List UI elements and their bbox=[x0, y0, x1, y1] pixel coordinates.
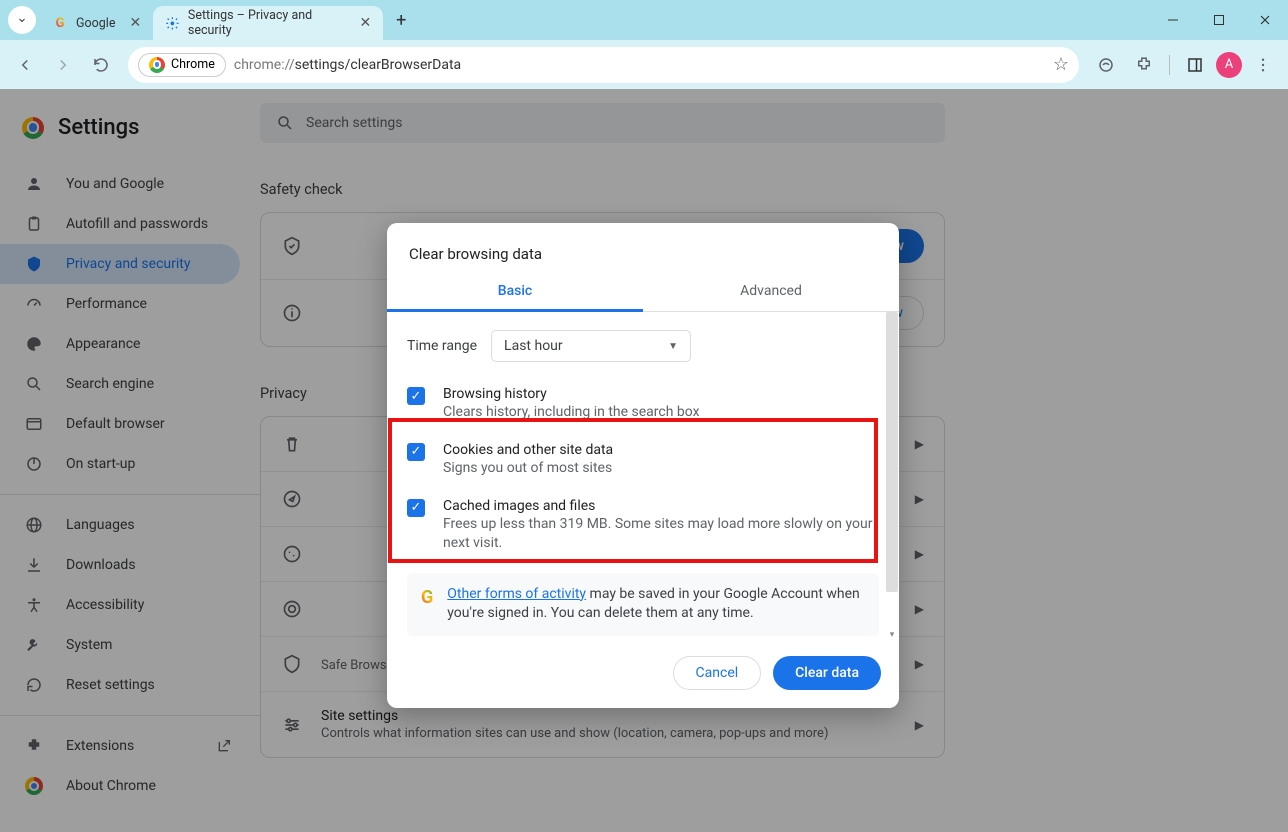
window-maximize-button[interactable] bbox=[1196, 0, 1242, 40]
url-text: chrome://settings/clearBrowserData bbox=[234, 57, 461, 73]
tab-title: Google bbox=[76, 16, 115, 31]
dialog-scrollbar[interactable]: ▾ bbox=[885, 312, 899, 642]
checkbox-row-2: ✓ Cached images and filesFrees up less th… bbox=[407, 492, 879, 567]
address-bar[interactable]: Chrome chrome://settings/clearBrowserDat… bbox=[128, 47, 1079, 83]
checkbox-row-0: ✓ Browsing historyClears history, includi… bbox=[407, 380, 879, 436]
profile-avatar[interactable]: A bbox=[1216, 52, 1242, 78]
other-forms-link[interactable]: Other forms of activity bbox=[447, 586, 586, 602]
clear-browsing-data-dialog: Clear browsing data Basic Advanced ▾ Tim… bbox=[387, 223, 899, 708]
window-minimize-button[interactable] bbox=[1150, 0, 1196, 40]
settings-favicon-icon bbox=[165, 15, 180, 31]
checkbox[interactable]: ✓ bbox=[407, 443, 425, 461]
kebab-menu-icon[interactable] bbox=[1246, 48, 1280, 82]
tab-title: Settings – Privacy and security bbox=[188, 8, 346, 38]
google-account-info: G Other forms of activity may be saved i… bbox=[407, 573, 879, 636]
checkbox-desc: Signs you out of most sites bbox=[443, 459, 613, 478]
tab-basic[interactable]: Basic bbox=[387, 273, 643, 312]
checkbox[interactable]: ✓ bbox=[407, 499, 425, 517]
google-favicon-icon: G bbox=[52, 15, 68, 31]
reading-list-icon[interactable] bbox=[1089, 48, 1123, 82]
site-chip[interactable]: Chrome bbox=[138, 53, 226, 77]
dialog-tabs: Basic Advanced bbox=[387, 273, 899, 312]
chrome-icon bbox=[149, 57, 165, 73]
dialog-title: Clear browsing data bbox=[387, 223, 899, 273]
separator bbox=[1169, 55, 1170, 75]
window-close-button[interactable] bbox=[1242, 0, 1288, 40]
checkbox-title: Browsing history bbox=[443, 386, 700, 402]
tab-advanced[interactable]: Advanced bbox=[643, 273, 899, 311]
extensions-icon[interactable] bbox=[1127, 48, 1161, 82]
tab-search-button[interactable] bbox=[8, 6, 36, 34]
chip-label: Chrome bbox=[171, 57, 215, 72]
reload-button[interactable] bbox=[84, 48, 118, 82]
checkbox-title: Cookies and other site data bbox=[443, 442, 613, 458]
clear-data-button[interactable]: Clear data bbox=[773, 656, 881, 690]
browser-tab-settings[interactable]: Settings – Privacy and security ✕ bbox=[153, 6, 383, 40]
forward-button[interactable] bbox=[46, 48, 80, 82]
close-tab-icon[interactable]: ✕ bbox=[359, 15, 371, 31]
side-panel-icon[interactable] bbox=[1178, 48, 1212, 82]
browser-tab-google[interactable]: G Google ✕ bbox=[40, 6, 153, 40]
bookmark-icon[interactable]: ☆ bbox=[1053, 54, 1069, 75]
checkbox[interactable]: ✓ bbox=[407, 387, 425, 405]
time-range-select[interactable]: Last hour ▼ bbox=[491, 330, 691, 362]
google-g-icon: G bbox=[421, 585, 433, 624]
time-range-label: Time range bbox=[407, 338, 477, 354]
checkbox-desc: Clears history, including in the search … bbox=[443, 403, 700, 422]
close-tab-icon[interactable]: ✕ bbox=[129, 15, 141, 31]
chevron-down-icon: ▼ bbox=[668, 341, 678, 352]
cancel-button[interactable]: Cancel bbox=[673, 656, 762, 690]
checkbox-title: Cached images and files bbox=[443, 498, 879, 514]
time-range-value: Last hour bbox=[504, 338, 563, 354]
checkbox-row-1: ✓ Cookies and other site dataSigns you ou… bbox=[407, 436, 879, 492]
new-tab-button[interactable]: + bbox=[387, 6, 415, 34]
back-button[interactable] bbox=[8, 48, 42, 82]
checkbox-desc: Frees up less than 319 MB. Some sites ma… bbox=[443, 515, 879, 553]
browser-toolbar: Chrome chrome://settings/clearBrowserDat… bbox=[0, 40, 1288, 89]
window-titlebar: G Google ✕ Settings – Privacy and securi… bbox=[0, 0, 1288, 40]
